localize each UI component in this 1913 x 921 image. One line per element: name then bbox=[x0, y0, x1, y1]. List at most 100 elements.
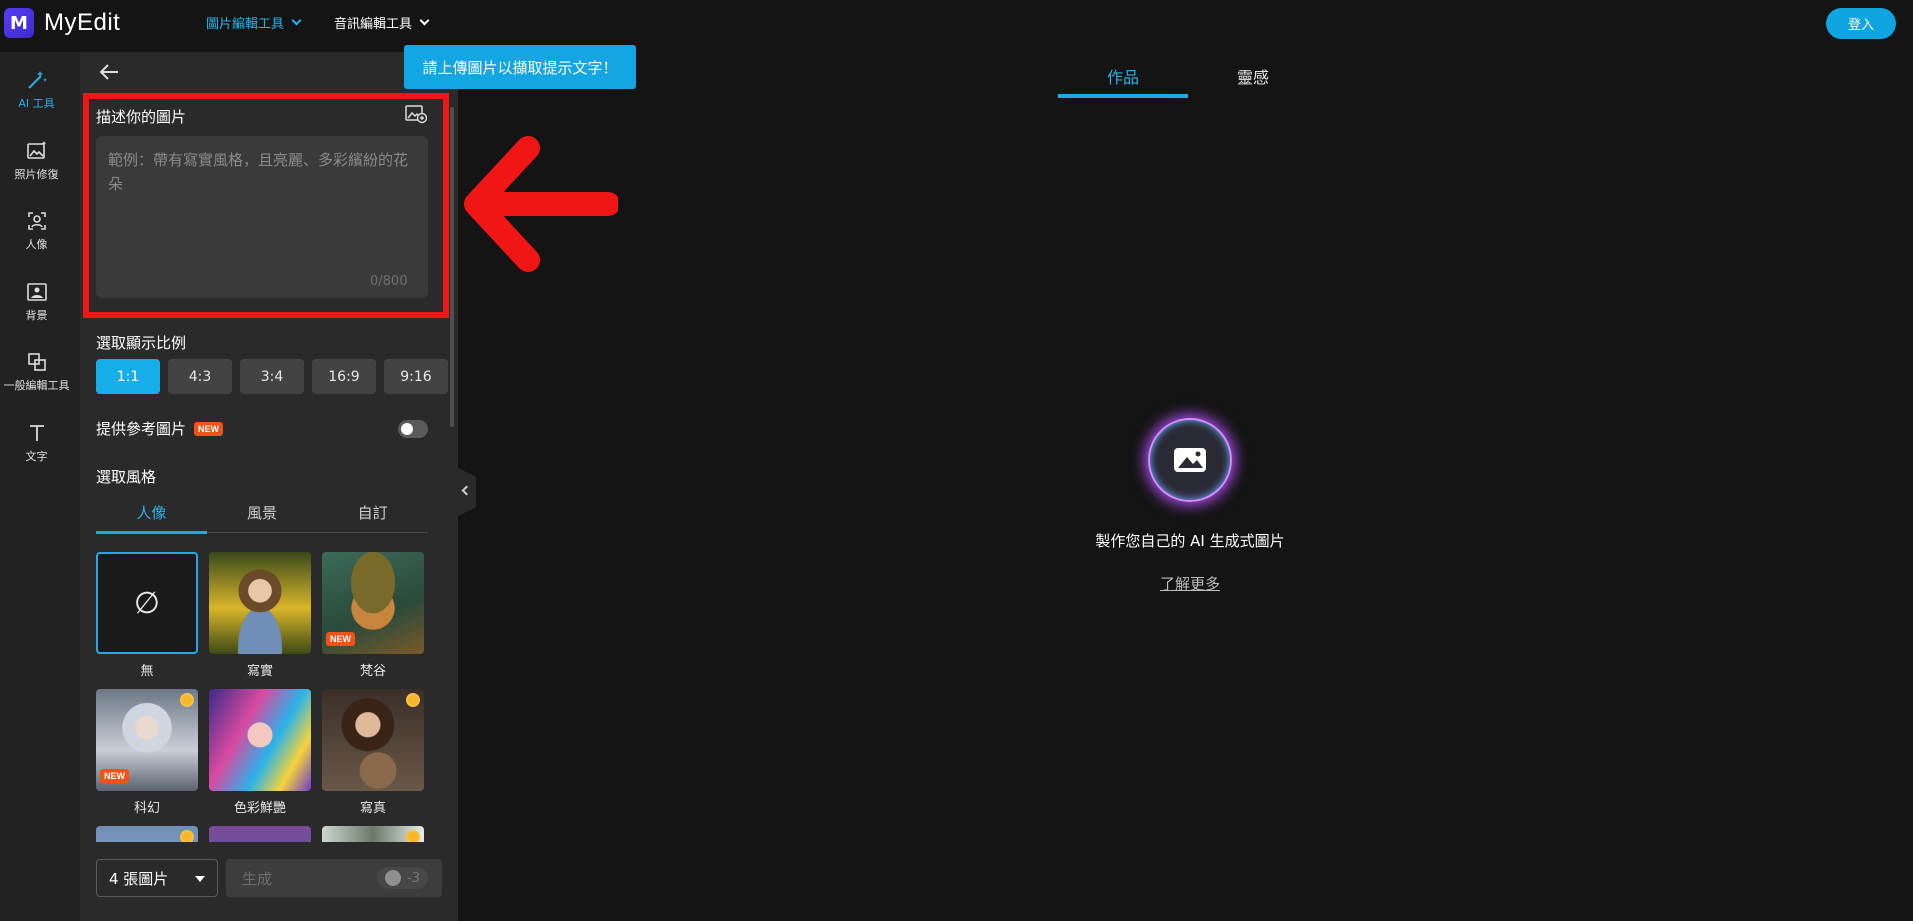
background-icon bbox=[26, 283, 47, 301]
back-arrow-icon[interactable] bbox=[98, 62, 120, 82]
style-preview-image bbox=[322, 826, 424, 842]
empty-state-text: 製作您自己的 AI 生成式圖片 bbox=[1095, 532, 1285, 550]
generate-bar: 4 張圖片 生成 -3 bbox=[96, 859, 442, 897]
realistic-preview-image bbox=[209, 552, 311, 654]
main-tabs: 作品 靈感 bbox=[1058, 60, 1318, 98]
generate-label: 生成 bbox=[242, 869, 273, 888]
style-caption: 色彩鮮艷 bbox=[233, 801, 286, 816]
new-badge: NEW bbox=[100, 769, 129, 783]
style-thumb-none[interactable]: ∅ 無 bbox=[96, 552, 198, 679]
style-thumb-row3-2[interactable] bbox=[209, 826, 311, 842]
rail-item-label: 一般編輯工具 bbox=[3, 379, 70, 392]
style-caption: 寫實 bbox=[246, 664, 273, 679]
rail-item-ai-tools[interactable]: AI 工具 bbox=[0, 68, 73, 111]
tab-style-custom[interactable]: 自訂 bbox=[317, 494, 428, 532]
credit-cost: -3 bbox=[377, 867, 428, 889]
image-count-select[interactable]: 4 張圖片 bbox=[96, 859, 218, 897]
image-upload-icon[interactable] bbox=[405, 104, 427, 124]
ratio-label: 選取顯示比例 bbox=[96, 334, 187, 352]
style-preview-image bbox=[96, 826, 198, 842]
ratio-4-3-button[interactable]: 4:3 bbox=[168, 359, 232, 394]
style-caption: 寫真 bbox=[359, 801, 386, 816]
myedit-logo-icon: M bbox=[4, 8, 34, 38]
rail-item-label: 文字 bbox=[25, 450, 48, 463]
generate-button[interactable]: 生成 -3 bbox=[226, 859, 442, 897]
premium-crown-icon bbox=[180, 830, 194, 842]
none-style-icon: ∅ bbox=[96, 552, 198, 654]
toggle-knob bbox=[401, 423, 413, 435]
style-label: 選取風格 bbox=[96, 468, 157, 486]
tab-style-landscape[interactable]: 風景 bbox=[207, 494, 318, 532]
rail-item-background[interactable]: 背景 bbox=[0, 280, 73, 323]
style-thumb-sci-fi[interactable]: NEW 科幻 bbox=[96, 689, 198, 816]
prompt-label: 描述你的圖片 bbox=[96, 108, 187, 126]
chevron-down-icon bbox=[419, 15, 430, 26]
reference-image-label: 提供參考圖片 bbox=[96, 420, 187, 438]
style-thumb-row3-3[interactable] bbox=[322, 826, 424, 842]
style-thumb-row3-1[interactable] bbox=[96, 826, 198, 842]
panel-scrollbar[interactable] bbox=[450, 107, 454, 427]
text-icon bbox=[29, 425, 44, 441]
logo[interactable]: M MyEdit bbox=[4, 8, 120, 38]
rail-item-label: 人像 bbox=[25, 238, 48, 251]
collapse-panel-handle[interactable] bbox=[458, 468, 476, 516]
top-bar: M MyEdit 圖片編輯工具 音訊編輯工具 登入 bbox=[0, 0, 1913, 46]
rail-item-label: 背景 bbox=[25, 309, 48, 322]
style-caption: 無 bbox=[140, 664, 154, 679]
image-sparkle-icon bbox=[26, 141, 46, 159]
tool-panel: 描述你的圖片 0/800 選取顯示比例 1:1 4:3 3:4 16:9 9:1… bbox=[80, 52, 458, 921]
portrait-icon bbox=[27, 212, 46, 230]
credit-value: -3 bbox=[407, 870, 420, 886]
rail-item-general-edit[interactable]: 一般編輯工具 bbox=[0, 350, 73, 393]
style-thumb-portrait-photo[interactable]: 寫真 bbox=[322, 689, 424, 816]
learn-more-link[interactable]: 了解更多 bbox=[1160, 573, 1220, 594]
ratio-1-1-button[interactable]: 1:1 bbox=[96, 359, 160, 394]
style-thumb-vivid[interactable]: 色彩鮮艷 bbox=[209, 689, 311, 816]
rail-item-photo-repair[interactable]: 照片修復 bbox=[0, 139, 73, 182]
left-rail: AI 工具 照片修復 人像 背景 一般編輯工具 文字 bbox=[0, 52, 80, 921]
ai-image-orb-icon bbox=[1148, 418, 1232, 502]
rail-item-portrait[interactable]: 人像 bbox=[0, 209, 73, 252]
portrait-photo-preview-image bbox=[322, 689, 424, 791]
nav-image-tools-label: 圖片編輯工具 bbox=[206, 17, 285, 32]
premium-crown-icon bbox=[406, 693, 420, 707]
ratio-16-9-button[interactable]: 16:9 bbox=[312, 359, 376, 394]
tab-inspiration[interactable]: 靈感 bbox=[1188, 60, 1318, 98]
annotation-arrow-icon bbox=[464, 136, 618, 272]
mountain-image-icon bbox=[1174, 448, 1206, 472]
chevron-down-icon bbox=[291, 15, 302, 26]
style-preview-image bbox=[209, 826, 311, 842]
style-thumb-van-gogh[interactable]: NEW 梵谷 bbox=[322, 552, 424, 679]
ratio-3-4-button[interactable]: 3:4 bbox=[240, 359, 304, 394]
premium-crown-icon bbox=[180, 693, 194, 707]
style-caption: 科幻 bbox=[133, 801, 160, 816]
new-badge: NEW bbox=[326, 632, 355, 646]
ratio-9-16-button[interactable]: 9:16 bbox=[384, 359, 448, 394]
premium-crown-icon bbox=[406, 830, 420, 842]
rail-item-text[interactable]: 文字 bbox=[0, 421, 73, 464]
tab-works[interactable]: 作品 bbox=[1058, 60, 1188, 98]
chevron-left-icon bbox=[461, 485, 472, 496]
login-button[interactable]: 登入 bbox=[1826, 8, 1896, 39]
layers-icon bbox=[27, 353, 46, 371]
credit-coin-icon bbox=[385, 870, 402, 886]
tab-style-portrait[interactable]: 人像 bbox=[96, 494, 207, 534]
caret-down-icon bbox=[195, 876, 205, 882]
van-gogh-preview-image: NEW bbox=[322, 552, 424, 654]
upload-hint-tooltip: 請上傳圖片以擷取提示文字！ bbox=[404, 45, 636, 89]
rail-item-label: 照片修復 bbox=[14, 168, 59, 181]
style-thumb-realistic[interactable]: 寫實 bbox=[209, 552, 311, 679]
ratio-options: 1:1 4:3 3:4 16:9 9:16 bbox=[96, 359, 448, 394]
magic-wand-icon bbox=[27, 71, 47, 89]
nav-image-tools[interactable]: 圖片編輯工具 bbox=[206, 13, 302, 32]
image-count-value: 4 張圖片 bbox=[109, 869, 169, 888]
app-name: MyEdit bbox=[44, 9, 121, 36]
style-tabs: 人像 風景 自訂 bbox=[96, 494, 428, 534]
style-thumbnails: ∅ 無 寫實 NEW 梵谷 NEW 科幻 色彩鮮艷 寫真 bbox=[96, 552, 432, 842]
nav-audio-tools[interactable]: 音訊編輯工具 bbox=[334, 13, 430, 32]
reference-image-toggle[interactable] bbox=[398, 420, 428, 438]
reference-image-row: 提供參考圖片 NEW bbox=[96, 418, 224, 439]
prompt-char-counter: 0/800 bbox=[370, 274, 408, 289]
empty-state: 製作您自己的 AI 生成式圖片 了解更多 bbox=[1040, 418, 1340, 594]
nav-audio-tools-label: 音訊編輯工具 bbox=[334, 17, 413, 32]
